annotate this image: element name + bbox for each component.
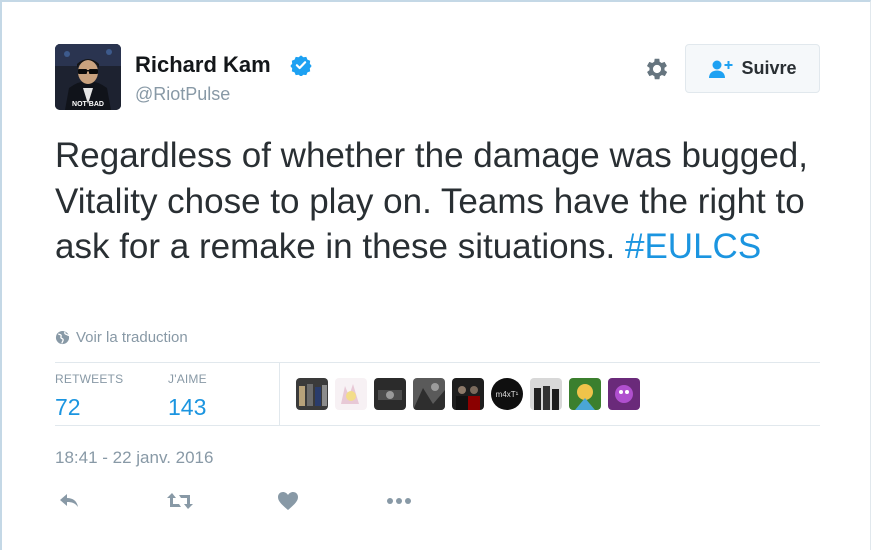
follow-user-icon — [709, 60, 733, 78]
liker-avatar[interactable] — [452, 378, 484, 410]
tweet-text: Regardless of whether the damage was bug… — [55, 133, 825, 270]
author-name[interactable]: Richard Kam — [135, 52, 271, 78]
likers-avatars: m4xT¹ — [296, 378, 640, 410]
like-icon[interactable] — [276, 489, 300, 513]
divider — [55, 362, 820, 363]
stats-separator — [279, 363, 280, 425]
hashtag-link[interactable]: #EULCS — [625, 227, 761, 266]
likes-label: J'AIME — [168, 372, 207, 386]
translate-link[interactable]: Voir la traduction — [55, 329, 188, 346]
retweets-count: 72 — [55, 394, 81, 420]
follow-label: Suivre — [741, 58, 797, 78]
retweets-stat[interactable]: RETWEETS 72 — [55, 372, 123, 421]
liker-badge-text: m4xT¹ — [495, 389, 519, 399]
avatar-caption: NOT BAD — [72, 101, 104, 108]
verified-badge-icon — [290, 55, 312, 76]
translate-label: Voir la traduction — [76, 329, 188, 346]
retweet-icon[interactable] — [166, 489, 194, 513]
likes-stat[interactable]: J'AIME 143 — [168, 372, 207, 421]
liker-avatar[interactable]: m4xT¹ — [491, 378, 523, 410]
gear-icon[interactable] — [643, 55, 671, 83]
author-avatar[interactable]: NOT BAD — [55, 44, 121, 110]
liker-avatar[interactable] — [413, 378, 445, 410]
liker-avatar[interactable] — [608, 378, 640, 410]
retweets-label: RETWEETS — [55, 372, 124, 386]
author-handle[interactable]: @RiotPulse — [135, 83, 230, 105]
reply-icon[interactable] — [57, 489, 81, 513]
liker-avatar[interactable] — [530, 378, 562, 410]
follow-button[interactable]: Suivre — [685, 44, 820, 93]
globe-icon — [55, 330, 70, 345]
liker-avatar[interactable] — [335, 378, 367, 410]
divider — [55, 425, 820, 426]
liker-avatar[interactable] — [569, 378, 601, 410]
tweet-timestamp[interactable]: 18:41 - 22 janv. 2016 — [55, 448, 213, 468]
liker-avatar[interactable] — [296, 378, 328, 410]
liker-avatar[interactable] — [374, 378, 406, 410]
likes-count: 143 — [168, 394, 207, 420]
more-icon[interactable] — [385, 489, 413, 513]
